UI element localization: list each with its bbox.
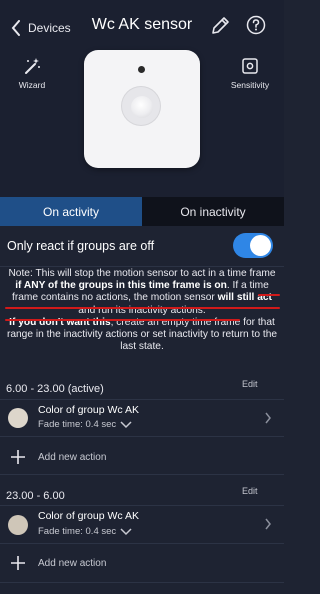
fade-time-label: Fade time: 0.4 sec: [38, 419, 117, 430]
wizard-button[interactable]: Wizard: [7, 56, 57, 90]
add-action-label: Add new action: [38, 558, 107, 569]
timeframe-title: 23.00 - 6.00: [6, 490, 65, 502]
color-swatch: [8, 408, 28, 428]
annotation-underline: [5, 307, 280, 309]
chevron-right-icon: [265, 412, 271, 424]
edit-timeframe-button[interactable]: Edit: [242, 486, 258, 496]
color-swatch: [8, 515, 28, 535]
plus-icon: [11, 556, 25, 570]
tab-on-inactivity[interactable]: On inactivity: [142, 197, 284, 226]
edit-timeframe-button[interactable]: Edit: [242, 379, 258, 389]
chevron-right-icon: [265, 518, 271, 530]
switch-knob: [250, 235, 271, 256]
action-row[interactable]: Color of group Wc AK Fade time: 0.4 sec: [0, 401, 284, 435]
wizard-label: Wizard: [18, 80, 46, 90]
sensitivity-button[interactable]: Sensitivity: [225, 56, 275, 90]
divider: [0, 436, 284, 437]
action-name: Color of group Wc AK: [38, 510, 139, 522]
only-react-switch[interactable]: [233, 233, 273, 258]
add-action-label: Add new action: [38, 452, 107, 463]
toggle-label: Only react if groups are off: [7, 239, 155, 253]
action-name: Color of group Wc AK: [38, 404, 139, 416]
sensor-icon: [242, 58, 258, 74]
note-text: Note: This will stop the motion sensor t…: [6, 268, 278, 353]
divider: [0, 582, 284, 583]
annotation-underline: [5, 319, 240, 321]
chevron-down-icon: [120, 420, 132, 428]
motion-sensor-image: [84, 50, 200, 168]
tab-bar: On activity On inactivity: [0, 197, 284, 226]
page-title: Wc AK sensor: [91, 16, 193, 33]
timeframe-title: 6.00 - 23.00 (active): [6, 383, 104, 395]
divider: [0, 266, 284, 267]
pencil-icon[interactable]: [210, 16, 230, 36]
add-action-row[interactable]: Add new action: [0, 444, 284, 470]
fade-time-select[interactable]: Fade time: 0.4 sec: [38, 419, 132, 430]
action-row[interactable]: Color of group Wc AK Fade time: 0.4 sec: [0, 507, 284, 541]
sensor-led: [138, 66, 145, 73]
add-action-row[interactable]: Add new action: [0, 550, 284, 576]
chevron-down-icon: [120, 527, 132, 535]
divider: [0, 543, 284, 544]
fade-time-label: Fade time: 0.4 sec: [38, 526, 117, 537]
help-icon[interactable]: [246, 15, 266, 35]
fade-time-select[interactable]: Fade time: 0.4 sec: [38, 526, 132, 537]
magic-wand-icon: [25, 58, 40, 74]
divider: [0, 505, 284, 506]
note-segment: if ANY of the groups in this time frame …: [15, 280, 227, 292]
tab-on-activity[interactable]: On activity: [0, 197, 142, 226]
sensor-lens: [131, 96, 153, 118]
plus-icon: [11, 450, 25, 464]
divider: [0, 474, 284, 475]
annotation-underline: [258, 294, 280, 296]
sensitivity-label: Sensitivity: [230, 80, 270, 90]
divider: [0, 399, 284, 400]
note-segment: Note: This will stop the motion sensor t…: [8, 268, 276, 279]
